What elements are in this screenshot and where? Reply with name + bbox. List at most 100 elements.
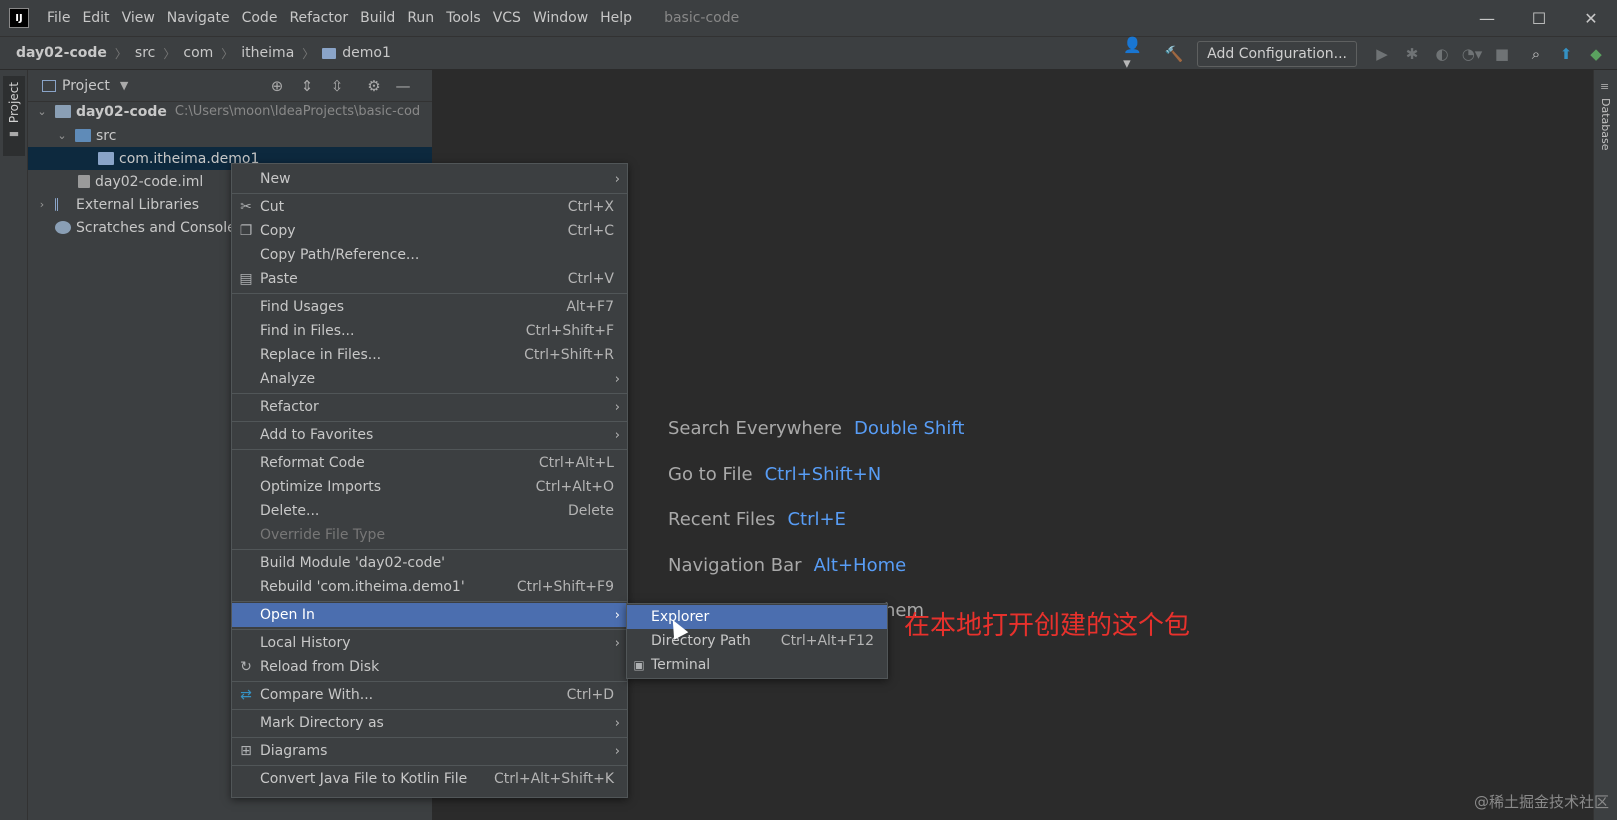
menu-code[interactable]: Code [236, 0, 284, 36]
menu-item-compare-with[interactable]: ⇄ Compare With... Ctrl+D [232, 683, 627, 707]
expand-all-icon[interactable]: ⇕ [296, 76, 318, 96]
menu-item-analyze[interactable]: Analyze › [232, 367, 627, 391]
menu-item-delete[interactable]: Delete... Delete [232, 499, 627, 523]
menu-item-refactor[interactable]: Refactor › [232, 395, 627, 419]
debug-icon[interactable]: ✱ [1399, 41, 1425, 67]
hint-key: Ctrl+E [787, 509, 846, 530]
menu-item-reload-from-disk[interactable]: ↻ Reload from Disk [232, 655, 627, 679]
menu-item-rebuild[interactable]: Rebuild 'com.itheima.demo1' Ctrl+Shift+F9 [232, 575, 627, 599]
menu-item-diagrams[interactable]: ⊞ Diagrams › [232, 739, 627, 763]
menu-item-label: Rebuild 'com.itheima.demo1' [260, 579, 465, 595]
close-icon[interactable]: ✕ [1565, 0, 1617, 36]
tree-item-project-root[interactable]: ⌄ day02-code C:\Users\moon\IdeaProjects\… [28, 100, 432, 123]
menu-view[interactable]: View [116, 0, 161, 36]
menu-item-reformat-code[interactable]: Reformat Code Ctrl+Alt+L [232, 451, 627, 475]
locate-icon[interactable]: ⊕ [266, 76, 288, 96]
scratches-icon [55, 221, 71, 234]
chevron-right-icon: 〉 [221, 46, 234, 61]
search-icon[interactable]: ⌕ [1523, 41, 1549, 67]
menu-item-open-in[interactable]: Open In › [232, 603, 627, 627]
menu-item-new[interactable]: New › [232, 167, 627, 191]
maximize-icon[interactable]: ☐ [1513, 0, 1565, 36]
menu-item-copy-path[interactable]: Copy Path/Reference... [232, 243, 627, 267]
menu-tools[interactable]: Tools [440, 0, 487, 36]
breadcrumb-src[interactable]: src [135, 45, 155, 61]
project-view-icon [42, 79, 56, 92]
breadcrumb-project[interactable]: day02-code [16, 45, 107, 61]
breadcrumb-demo1-label: demo1 [342, 45, 391, 61]
menu-item-find-in-files[interactable]: Find in Files... Ctrl+Shift+F [232, 319, 627, 343]
menu-vcs[interactable]: VCS [487, 0, 527, 36]
submenu-item-directory-path[interactable]: Directory Path Ctrl+Alt+F12 [627, 629, 887, 653]
project-tool-window-button[interactable]: Project ▬ [3, 76, 25, 156]
menu-item-shortcut: Ctrl+Alt+O [535, 479, 614, 495]
chevron-down-icon[interactable]: ▼ [120, 79, 128, 92]
database-icon: ≡ [1600, 80, 1610, 93]
package-folder-icon [322, 47, 337, 59]
menu-item-mark-directory-as[interactable]: Mark Directory as › [232, 711, 627, 735]
project-panel-title[interactable]: Project [62, 78, 110, 94]
coverage-icon[interactable]: ◐ [1429, 41, 1455, 67]
hide-panel-icon[interactable]: — [392, 76, 414, 96]
menu-help[interactable]: Help [594, 0, 638, 36]
menu-navigate[interactable]: Navigate [161, 0, 236, 36]
terminal-icon: ▣ [633, 658, 645, 672]
breadcrumb-itheima[interactable]: itheima [241, 45, 294, 61]
gear-icon[interactable]: ⚙ [363, 76, 385, 96]
right-tool-stripe: ≡ Database [1593, 70, 1617, 820]
menu-item-shortcut: Ctrl+Alt+F12 [780, 633, 874, 649]
tree-item-src[interactable]: ⌄ src [28, 124, 432, 147]
chevron-down-icon[interactable]: ⌄ [55, 129, 69, 142]
menu-item-local-history[interactable]: Local History › [232, 631, 627, 655]
hint-key: Double Shift [854, 418, 965, 439]
breadcrumb-demo1[interactable]: demo1 [322, 45, 391, 61]
menu-file[interactable]: File [41, 0, 76, 36]
hint-go-to-file: Go to File Ctrl+Shift+N [668, 464, 881, 485]
chevron-right-icon: 〉 [114, 46, 127, 61]
profile-icon[interactable]: ◔▾ [1459, 41, 1485, 67]
add-configuration-button[interactable]: Add Configuration... [1197, 41, 1357, 67]
hint-label: Navigation Bar [668, 555, 802, 576]
hint-navigation-bar: Navigation Bar Alt+Home [668, 555, 906, 576]
menu-item-cut[interactable]: ✂ Cut Ctrl+X [232, 195, 627, 219]
stop-icon[interactable]: ■ [1489, 41, 1515, 67]
update-icon[interactable]: ⬆ [1553, 41, 1579, 67]
breadcrumb-com[interactable]: com [183, 45, 213, 61]
menu-item-find-usages[interactable]: Find Usages Alt+F7 [232, 295, 627, 319]
collapse-all-icon[interactable]: ⇳ [326, 76, 348, 96]
menu-item-shortcut: Delete [568, 503, 614, 519]
source-folder-icon [75, 129, 91, 142]
menu-edit[interactable]: Edit [76, 0, 115, 36]
chevron-right-icon: › [614, 743, 620, 759]
submenu-item-terminal[interactable]: ▣ Terminal [627, 653, 887, 677]
chevron-down-icon[interactable]: ⌄ [35, 105, 49, 118]
chevron-right-icon[interactable]: › [35, 198, 49, 211]
menu-item-add-to-favorites[interactable]: Add to Favorites › [232, 423, 627, 447]
menu-item-build-module[interactable]: Build Module 'day02-code' [232, 551, 627, 575]
minimize-icon[interactable]: — [1461, 0, 1513, 36]
menu-item-replace-in-files[interactable]: Replace in Files... Ctrl+Shift+R [232, 343, 627, 367]
menu-item-label: Analyze [260, 371, 316, 387]
open-in-submenu: Explorer Directory Path Ctrl+Alt+F12 ▣ Ter… [626, 603, 888, 679]
menu-item-override-file-type: Override File Type [232, 523, 627, 547]
menu-window[interactable]: Window [527, 0, 594, 36]
menu-item-convert-to-kotlin[interactable]: Convert Java File to Kotlin File Ctrl+Alt… [232, 767, 627, 791]
menu-item-paste[interactable]: ▤ Paste Ctrl+V [232, 267, 627, 291]
menu-build[interactable]: Build [354, 0, 401, 36]
menu-run[interactable]: Run [401, 0, 440, 36]
menu-separator [232, 393, 627, 394]
menu-item-label: Override File Type [260, 527, 386, 543]
project-tool-label: Project [7, 82, 21, 124]
menu-item-optimize-imports[interactable]: Optimize Imports Ctrl+Alt+O [232, 475, 627, 499]
menu-item-shortcut: Ctrl+V [567, 271, 614, 287]
user-dropdown-icon[interactable]: 👤▾ [1123, 36, 1149, 72]
run-icon[interactable]: ▶ [1369, 41, 1395, 67]
menu-separator [232, 765, 627, 766]
menu-item-copy[interactable]: ❐ Copy Ctrl+C [232, 219, 627, 243]
menu-separator [232, 293, 627, 294]
build-hammer-icon[interactable]: 🔨 [1161, 41, 1187, 67]
menu-refactor[interactable]: Refactor [283, 0, 354, 36]
hint-label: Go to File [668, 464, 753, 485]
plugin-icon[interactable]: ◆ [1583, 41, 1609, 67]
menu-item-label: Reformat Code [260, 455, 365, 471]
